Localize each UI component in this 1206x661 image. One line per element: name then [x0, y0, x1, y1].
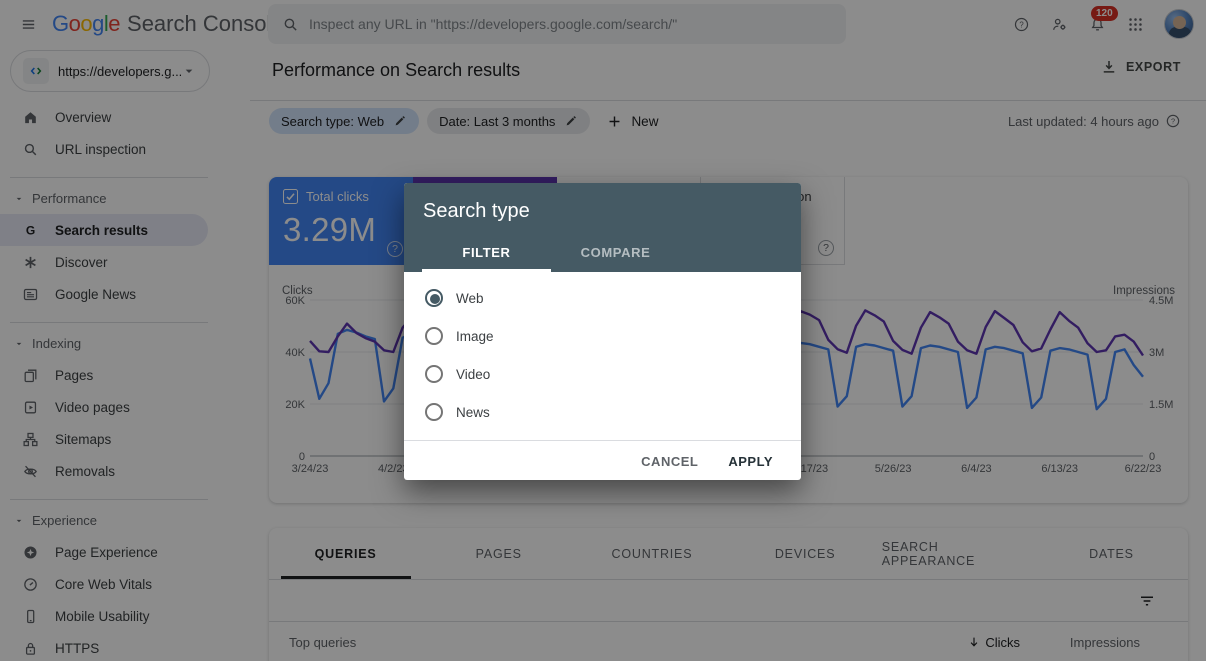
radio-unselected-icon [425, 365, 443, 383]
apply-button[interactable]: APPLY [728, 454, 773, 469]
radio-unselected-icon [425, 403, 443, 421]
radio-option-image[interactable]: Image [404, 317, 801, 355]
dialog-body: Web Image Video News [404, 272, 801, 431]
dialog-title: Search type [404, 183, 801, 223]
radio-option-news[interactable]: News [404, 393, 801, 431]
radio-option-video[interactable]: Video [404, 355, 801, 393]
tab-compare[interactable]: COMPARE [551, 236, 680, 272]
dialog-tabs: FILTER COMPARE [422, 236, 680, 272]
radio-option-web[interactable]: Web [404, 279, 801, 317]
cancel-button[interactable]: CANCEL [641, 454, 698, 469]
search-type-dialog: Search type FILTER COMPARE Web Image Vid… [404, 183, 801, 480]
dialog-header: Search type FILTER COMPARE [404, 183, 801, 272]
radio-selected-icon [425, 289, 443, 307]
dialog-footer: CANCEL APPLY [404, 440, 801, 480]
radio-unselected-icon [425, 327, 443, 345]
tab-filter[interactable]: FILTER [422, 236, 551, 272]
app-window: Google Search Console ? 120 [0, 0, 1206, 661]
